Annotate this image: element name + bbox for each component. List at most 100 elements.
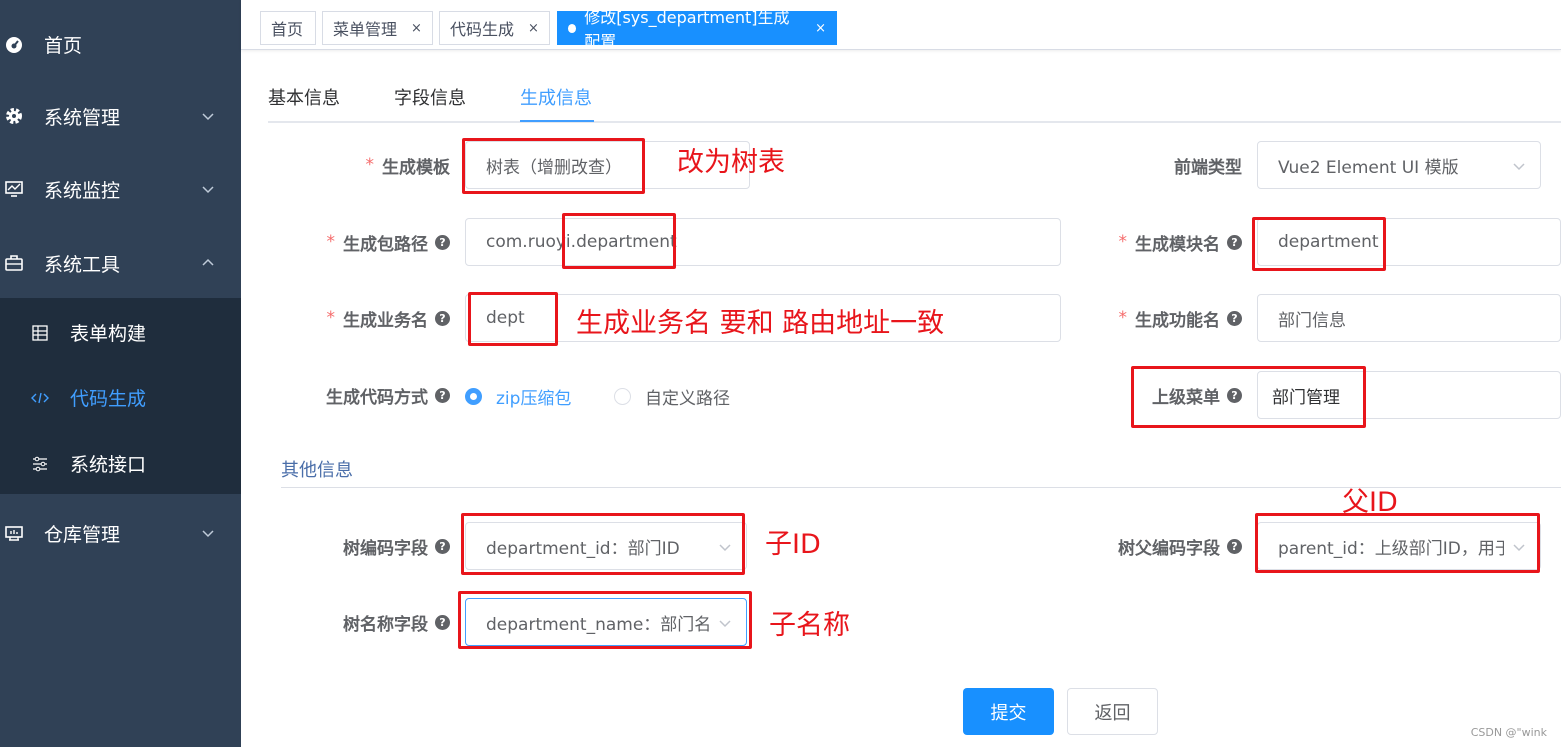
tpl-label: * 生成模板 [300,141,451,189]
input-value: 部门信息 [1278,310,1346,331]
sidebar-item-form-build[interactable]: 表单构建 [0,300,241,365]
help-icon[interactable]: ? [1227,538,1242,554]
function-label: * 生成功能名 ? [1070,294,1242,342]
tags-view-bar: 首页 菜单管理 × 代码生成 × 修改[sys_department]生成配置 … [241,0,1561,51]
chevron-down-icon [202,530,214,538]
help-icon[interactable]: ? [435,387,450,403]
label-text: 树名称字段 [343,614,428,635]
radio-custom-path[interactable]: 自定义路径 [614,384,730,409]
label-text: 生成业务名 [343,310,428,331]
monitor-icon [4,179,24,199]
radio-label: zip压缩包 [496,389,572,409]
help-icon[interactable]: ? [1227,310,1242,326]
annotation-tpl: 改为树表 [677,147,785,178]
label-text: 树父编码字段 [1118,538,1220,559]
label-text: 前端类型 [1174,157,1242,178]
label-text: 树编码字段 [343,538,428,559]
required-mark: * [365,155,375,175]
sliders-icon [31,455,49,473]
sidebar-item-label: 代码生成 [70,388,147,410]
sidebar-item-api[interactable]: 系统接口 [0,431,241,496]
chevron-up-icon [202,258,214,266]
annotation-box-tree-name [458,591,752,649]
tag-label: 首页 [271,20,304,39]
help-icon[interactable]: ? [1227,234,1242,250]
close-icon[interactable]: × [528,21,539,36]
annotation-box-parent-menu [1131,366,1366,428]
sidebar-item-code-gen[interactable]: 代码生成 [0,365,241,430]
sidebar-submenu-tools: 表单构建 代码生成 系统接口 [0,298,241,494]
toolbox-icon [4,253,24,273]
chevron-down-icon [202,113,214,121]
frontend-select[interactable]: Vue2 Element UI 模版 [1257,141,1541,189]
tag-label: 菜单管理 [333,20,398,39]
function-input[interactable]: 部门信息 [1257,294,1561,342]
label-text: 生成模块名 [1135,234,1220,255]
annotation-box-tree-parent [1255,513,1540,573]
tag-label: 修改[sys_department]生成配置 [584,8,790,51]
sidebar-item-tools[interactable]: 系统工具 [0,227,241,299]
annotation-child-id: 子ID [765,529,821,560]
package-input[interactable]: com.ruoyi.department [465,218,1061,266]
sidebar-item-system[interactable]: 系统管理 [0,80,241,152]
dashboard-icon [4,34,24,54]
gentype-label: 生成代码方式 ? [280,371,450,419]
radio-circle [465,388,482,405]
sidebar-item-label: 系统监控 [44,179,121,202]
required-mark: * [326,308,336,328]
annotation-box-module [1252,217,1386,271]
other-info-title: 其他信息 [281,460,353,481]
tag-home[interactable]: 首页 [260,11,316,45]
gear-icon [4,106,24,126]
label-text: 生成代码方式 [326,387,428,408]
tab-active-bar [520,120,594,122]
help-icon[interactable]: ? [435,614,450,630]
config-tabs: 基本信息 字段信息 生成信息 [268,70,1561,123]
tree-name-label: 树名称字段 ? [280,598,450,646]
sidebar-item-label: 仓库管理 [44,523,121,546]
business-label: * 生成业务名 ? [280,294,450,342]
label-text: 生成包路径 [343,234,428,255]
help-icon[interactable]: ? [435,310,450,326]
tag-menu-management[interactable]: 菜单管理 × [322,11,433,45]
required-mark: * [1118,232,1128,252]
select-value: Vue2 Element UI 模版 [1278,157,1459,178]
annotation-box-business [468,292,558,346]
annotation-child-name: 子名称 [769,610,850,641]
frontend-label: 前端类型 [1090,141,1242,189]
tag-code-gen[interactable]: 代码生成 × [439,11,550,45]
sidebar-item-label: 系统管理 [44,106,121,129]
warehouse-icon [4,523,24,543]
close-icon[interactable]: × [411,21,422,36]
tree-parent-label: 树父编码字段 ? [1070,522,1242,570]
sidebar: 首页 系统管理 系统监控 系统工具 表单构建 代码生成 系统接口 仓库管理 [0,0,241,747]
label-text: 生成功能名 [1135,310,1220,331]
tab-field-info[interactable]: 字段信息 [394,84,466,110]
sidebar-item-label: 系统工具 [44,253,121,276]
required-mark: * [1118,308,1128,328]
close-icon[interactable]: × [815,21,826,36]
sidebar-item-monitor[interactable]: 系统监控 [0,153,241,225]
radio-label: 自定义路径 [645,389,730,409]
back-button[interactable]: 返回 [1067,688,1158,735]
tree-code-label: 树编码字段 ? [280,522,450,570]
sidebar-item-home[interactable]: 首页 [0,8,241,80]
module-label: * 生成模块名 ? [1070,218,1242,266]
radio-zip[interactable]: zip压缩包 [465,384,571,409]
sidebar-item-warehouse[interactable]: 仓库管理 [0,497,241,569]
annotation-box-package [562,213,676,269]
label-text: 生成模板 [382,157,450,178]
chevron-down-icon [1513,163,1525,171]
help-icon[interactable]: ? [435,234,450,250]
submit-button[interactable]: 提交 [963,688,1054,735]
table-icon [31,324,49,342]
sidebar-item-label: 系统接口 [70,454,147,476]
radio-circle [614,388,631,405]
watermark: CSDN @"wink [1470,726,1547,739]
tab-basic-info[interactable]: 基本信息 [268,84,340,110]
annotation-box-tree-code [461,513,745,575]
help-icon[interactable]: ? [435,538,450,554]
tag-edit-gen-config[interactable]: 修改[sys_department]生成配置 × [557,8,837,51]
sidebar-item-label: 首页 [44,34,83,57]
tab-gen-info[interactable]: 生成信息 [520,84,592,110]
